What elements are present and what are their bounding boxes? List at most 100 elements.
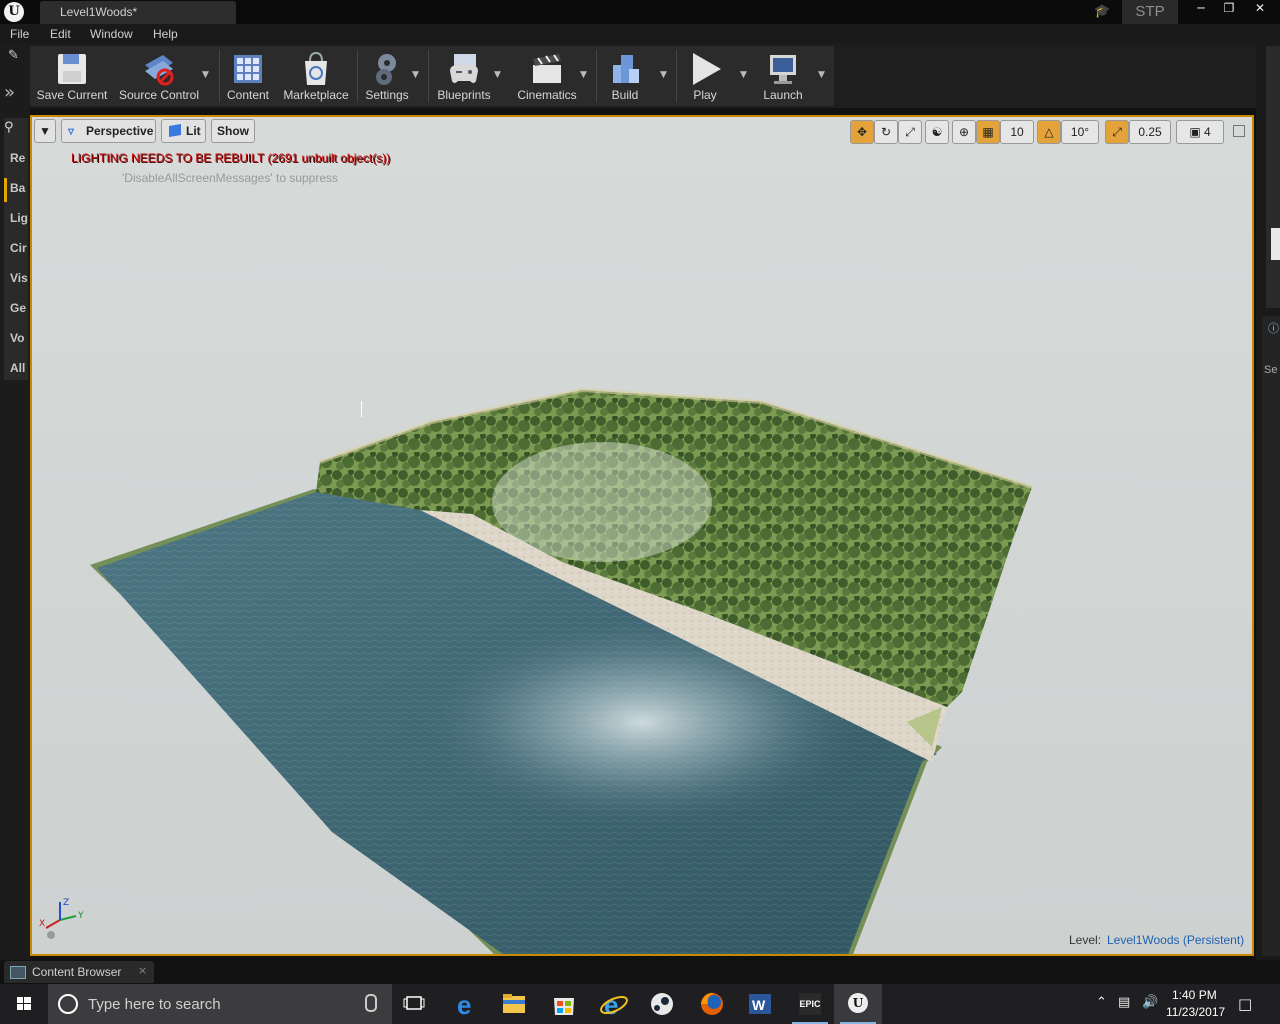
document-tab[interactable]: Level1Woods* — [40, 1, 236, 24]
unreal-editor-taskbar-icon[interactable]: U — [834, 984, 882, 1024]
task-view-icon[interactable] — [392, 984, 440, 1024]
file-explorer-icon[interactable] — [490, 984, 538, 1024]
translate-tool-button[interactable]: ✥ — [850, 120, 874, 144]
build-dropdown-arrow[interactable]: ▼ — [660, 70, 667, 80]
place-category-basic[interactable]: Ba — [10, 181, 28, 195]
microphone-icon[interactable] — [365, 994, 377, 1012]
settings-button[interactable]: Settings — [360, 46, 414, 106]
blueprints-dropdown-arrow[interactable]: ▼ — [494, 70, 501, 80]
grid-snap-value[interactable]: 10 — [1000, 120, 1034, 144]
lighting-warning: LIGHTING NEEDS TO BE REBUILT (2691 unbui… — [71, 151, 391, 165]
place-category-geometry[interactable]: Ge — [10, 301, 28, 315]
place-category-recent[interactable]: Re — [10, 151, 28, 165]
grid-snap-toggle[interactable]: ▦ — [976, 120, 1000, 144]
settings-dropdown-arrow[interactable]: ▼ — [412, 70, 419, 80]
save-current-button[interactable]: Save Current — [34, 46, 110, 106]
launch-dropdown-arrow[interactable]: ▼ — [818, 70, 825, 80]
perspective-camera-icon: ▿ — [68, 124, 75, 138]
place-category-all-classes[interactable]: All — [10, 361, 28, 375]
unreal-logo-icon[interactable]: U — [4, 2, 24, 22]
play-button[interactable]: Play — [680, 46, 730, 106]
toolbar-separator — [428, 50, 429, 102]
cinematics-button[interactable]: Cinematics — [512, 46, 582, 106]
content-grid-icon — [234, 55, 262, 83]
content-browser-close-button[interactable]: × — [138, 964, 147, 977]
place-category-lights[interactable]: Lig — [10, 211, 28, 225]
rotation-snap-value[interactable]: 10° — [1061, 120, 1099, 144]
camera-speed-button[interactable]: ▣ 4 — [1176, 120, 1224, 144]
place-category-volumes[interactable]: Vo — [10, 331, 28, 345]
place-category-visual-effects[interactable]: Vis — [10, 271, 28, 285]
mouse-cursor — [361, 401, 362, 417]
launch-button[interactable]: Launch — [758, 46, 808, 106]
gears-icon — [376, 54, 396, 85]
search-icon[interactable]: ⚲ — [4, 120, 14, 135]
place-category-cinematic[interactable]: Cir — [10, 241, 28, 255]
building-blocks-icon — [613, 55, 639, 83]
maximize-viewport-button[interactable] — [1233, 125, 1245, 137]
scale-tool-button[interactable]: ⤢ — [898, 120, 922, 144]
toolbar-separator — [676, 50, 677, 102]
level-scene-render[interactable] — [30, 115, 1254, 956]
content-button[interactable]: Content — [222, 46, 274, 106]
world-outliner-panel-edge — [1266, 46, 1280, 308]
firefox-icon[interactable] — [688, 984, 736, 1024]
paint-brush-icon[interactable]: ✎ — [8, 48, 19, 63]
rotate-tool-button[interactable]: ↻ — [874, 120, 898, 144]
details-icon[interactable]: ⓘ — [1268, 320, 1279, 336]
network-icon[interactable]: ▤ — [1118, 995, 1130, 1010]
store-bag-icon[interactable] — [540, 984, 588, 1024]
minimize-button[interactable]: ─ — [1186, 0, 1216, 18]
edge-browser-icon[interactable]: e — [442, 984, 490, 1024]
menu-file[interactable]: File — [10, 27, 29, 41]
steam-icon[interactable] — [638, 984, 686, 1024]
menu-window[interactable]: Window — [90, 27, 133, 41]
epic-launcher-icon[interactable]: EPIC — [786, 984, 834, 1024]
menu-bar — [0, 24, 1280, 44]
suppress-hint: 'DisableAllScreenMessages' to suppress — [122, 171, 339, 185]
expand-chevron-icon[interactable]: » — [4, 82, 15, 103]
show-hidden-icons-chevron-icon[interactable]: ⌃ — [1096, 995, 1107, 1010]
volume-icon[interactable]: 🔊 — [1142, 995, 1158, 1010]
source-control-dropdown-arrow[interactable]: ▼ — [202, 70, 209, 80]
menu-edit[interactable]: Edit — [50, 27, 71, 41]
globe-icon: ☯ — [931, 125, 943, 139]
level-label: Level: — [1069, 933, 1102, 947]
clock-time[interactable]: 1:40 PM — [1172, 988, 1217, 1002]
show-flags-button[interactable]: Show — [211, 119, 255, 143]
outliner-scrollbar[interactable] — [1271, 228, 1280, 260]
menu-help[interactable]: Help — [153, 27, 178, 41]
coordinate-system-button[interactable]: ☯ — [925, 120, 949, 144]
windows-start-icon[interactable] — [0, 984, 48, 1024]
build-label: Build — [611, 88, 639, 102]
maximize-button[interactable]: ❐ — [1214, 0, 1244, 18]
launch-label: Launch — [763, 88, 803, 102]
surface-snapping-button[interactable]: ⊕ — [952, 120, 976, 144]
perspective-button[interactable]: ▿ Perspective — [61, 119, 156, 143]
cinematics-label: Cinematics — [517, 88, 577, 102]
details-search-label[interactable]: Se — [1264, 364, 1277, 376]
blueprints-label: Blueprints — [437, 88, 491, 102]
level-name: Level1Woods (Persistent) — [1107, 933, 1245, 947]
marketplace-button[interactable]: Marketplace — [278, 46, 354, 106]
blueprints-button[interactable]: Blueprints — [432, 46, 496, 106]
notifications-icon[interactable]: □ — [1238, 995, 1252, 1013]
play-dropdown-arrow[interactable]: ▼ — [740, 70, 747, 80]
close-window-button[interactable]: ✕ — [1242, 0, 1278, 18]
internet-explorer-icon[interactable]: e — [590, 984, 638, 1024]
word-icon[interactable]: W — [736, 984, 784, 1024]
cinematics-dropdown-arrow[interactable]: ▼ — [580, 70, 587, 80]
axis-z-label: Z — [63, 898, 69, 908]
source-control-button[interactable]: Source Control — [114, 46, 204, 106]
viewport-options-button[interactable]: ▼ — [34, 119, 56, 143]
rotate-icon: ↻ — [880, 125, 892, 139]
clock-date[interactable]: 11/23/2017 — [1166, 1005, 1225, 1019]
view-mode-button[interactable]: Lit — [161, 119, 206, 143]
floppy-disk-icon — [58, 54, 86, 84]
mortarboard-icon[interactable]: 🎓 — [1094, 4, 1114, 20]
level-viewport[interactable] — [30, 115, 1254, 956]
scale-snap-value[interactable]: 0.25 — [1129, 120, 1171, 144]
scale-snap-toggle[interactable]: ⤢ — [1105, 120, 1129, 144]
rotation-snap-toggle[interactable]: △ — [1037, 120, 1061, 144]
build-button[interactable]: Build — [600, 46, 650, 106]
